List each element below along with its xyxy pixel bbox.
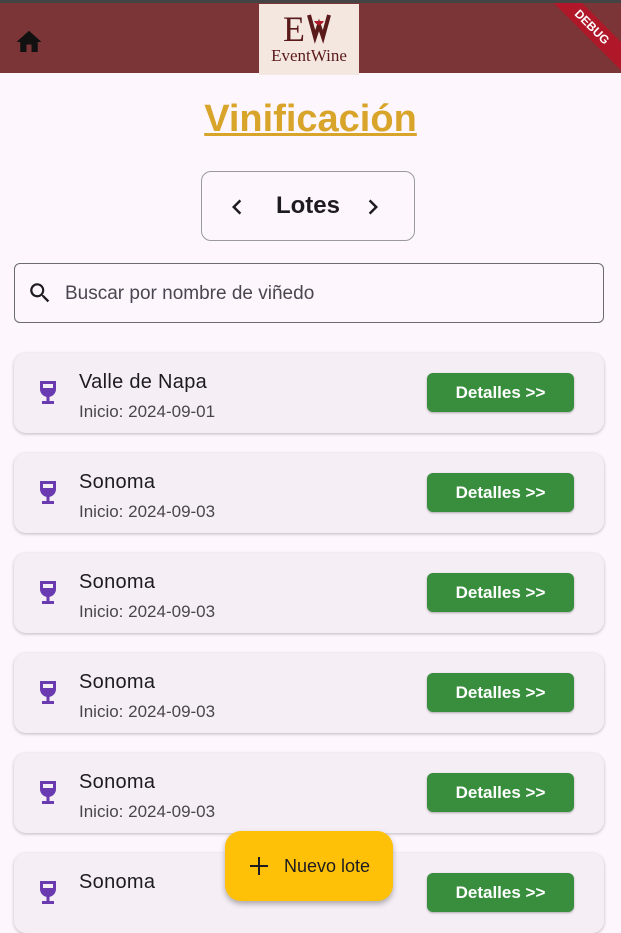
- search-field[interactable]: [14, 263, 604, 323]
- new-lot-label: Nuevo lote: [284, 856, 371, 876]
- lot-start-date: Inicio: 2024-09-03: [79, 802, 216, 821]
- lot-vineyard-name: Sonoma: [79, 671, 156, 693]
- lot-start-date: Inicio: 2024-09-01: [79, 402, 216, 421]
- lot-card: Valle de Napa Inicio: 2024-09-01 Detalles …: [14, 353, 604, 433]
- details-button[interactable]: Detalles >>: [427, 473, 574, 512]
- lot-card: Sonoma Inicio: 2024-09-03 Detalles >>: [14, 753, 604, 833]
- lot-card: Sonoma Inicio: 2024-09-03 Detalles >>: [14, 653, 604, 733]
- lot-vineyard-name: Sonoma: [79, 871, 156, 893]
- wine-glass-icon: [39, 681, 57, 704]
- plus-icon: [250, 857, 268, 875]
- wine-glass-icon: [39, 481, 57, 504]
- lot-start-date: Inicio: 2024-09-03: [79, 702, 216, 721]
- details-button[interactable]: Detalles >>: [427, 873, 574, 912]
- wine-glass-icon: [39, 581, 57, 604]
- app-bar: E EventWine DEBUG: [0, 0, 621, 75]
- app-logo[interactable]: E EventWine: [259, 4, 359, 75]
- lot-start-date: Inicio: 2024-09-03: [79, 502, 216, 521]
- lot-card: Sonoma Inicio: 2024-09-03 Detalles >>: [14, 453, 604, 533]
- logo-mark-icon: E: [283, 9, 331, 49]
- chevron-right-icon: [368, 199, 378, 215]
- debug-label: DEBUG: [551, 3, 621, 73]
- lot-vineyard-name: Sonoma: [79, 571, 156, 593]
- wine-glass-icon: [39, 781, 57, 804]
- search-input[interactable]: [63, 274, 587, 314]
- page-title: Vinificación: [204, 98, 417, 140]
- lot-card: Sonoma Inicio: 2024-09-03 Detalles >>: [14, 553, 604, 633]
- home-button[interactable]: [14, 27, 44, 57]
- logo-text: EventWine: [271, 46, 347, 65]
- debug-banner: DEBUG: [551, 3, 621, 73]
- details-button[interactable]: Detalles >>: [427, 573, 574, 612]
- lot-vineyard-name: Sonoma: [79, 771, 156, 793]
- wine-glass-icon: [39, 381, 57, 404]
- home-icon: [16, 30, 42, 52]
- new-lot-button[interactable]: Nuevo lote: [225, 831, 393, 901]
- svg-text:E: E: [283, 9, 305, 49]
- lot-vineyard-name: Valle de Napa: [79, 371, 208, 393]
- details-button[interactable]: Detalles >>: [427, 373, 574, 412]
- details-button[interactable]: Detalles >>: [427, 673, 574, 712]
- search-icon: [30, 283, 50, 303]
- wine-glass-icon: [39, 881, 57, 904]
- lot-start-date: Inicio: 2024-09-03: [79, 602, 216, 621]
- section-switcher: Lotes: [201, 171, 415, 241]
- details-button[interactable]: Detalles >>: [427, 773, 574, 812]
- next-section-button[interactable]: [358, 192, 388, 222]
- lot-vineyard-name: Sonoma: [79, 471, 156, 493]
